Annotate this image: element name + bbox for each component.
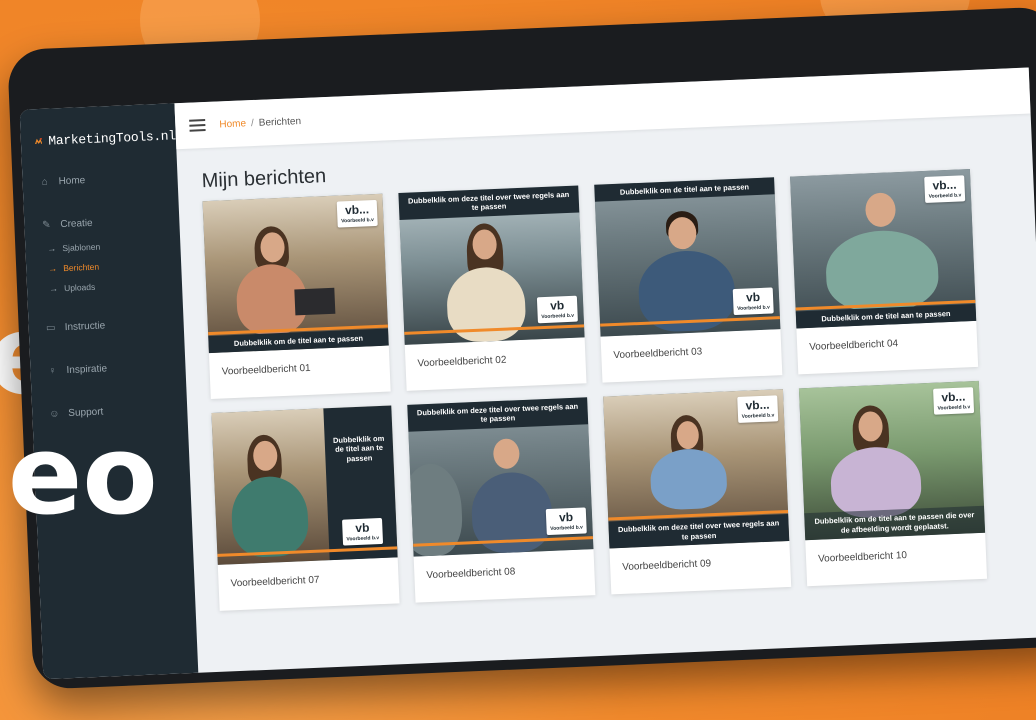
arrow-right-icon: → xyxy=(48,283,59,294)
badge-logo-text: vb... xyxy=(941,389,966,405)
badge-logo-text: vb xyxy=(745,289,761,305)
hamburger-menu-icon[interactable] xyxy=(189,119,206,132)
company-badge: vb Voorbeeld b.v xyxy=(545,507,587,536)
breadcrumb-current: Berichten xyxy=(258,115,302,129)
breadcrumb-separator: / xyxy=(250,117,255,129)
marketingtools-logo-icon xyxy=(35,137,43,145)
message-card[interactable]: vb... Voorbeeld b.v Dubbelklik om de tit… xyxy=(202,193,391,400)
badge-logo-text: vb xyxy=(558,509,574,525)
sidebar-subitem-label: Sjablonen xyxy=(62,241,101,254)
app-screen: MarketingTools.nl ⌂ Home ✎ Creatie → Sja… xyxy=(19,67,1036,680)
badge-company-name: Voorbeeld b.v xyxy=(928,192,962,200)
card-title[interactable]: Voorbeeldbericht 03 xyxy=(601,329,782,376)
arrow-right-icon: → xyxy=(47,243,57,254)
company-badge: vb Voorbeeld b.v xyxy=(342,517,384,546)
badge-company-name: Voorbeeld b.v xyxy=(550,524,584,532)
sidebar-item-label: Inspiratie xyxy=(66,363,108,377)
card-title[interactable]: Voorbeeldbericht 04 xyxy=(796,321,977,368)
message-thumbnail[interactable]: Dubbelklik om de titel aan te passen vb … xyxy=(594,177,781,337)
sidebar-item-label: Home xyxy=(58,175,86,188)
sidebar: MarketingTools.nl ⌂ Home ✎ Creatie → Sja… xyxy=(19,103,199,680)
message-thumbnail[interactable]: Dubbelklik om de titel aan te passen vb … xyxy=(211,405,398,565)
message-card[interactable]: vb... Voorbeeld b.v Dubbelklik om deze t… xyxy=(603,389,792,595)
sidebar-item-label: Instructie xyxy=(64,320,106,334)
company-badge: vb Voorbeeld b.v xyxy=(536,295,578,324)
sidebar-subitem-label: Berichten xyxy=(63,261,100,274)
card-title[interactable]: Voorbeeldbericht 07 xyxy=(218,557,399,604)
lightbulb-icon: ♀ xyxy=(48,365,57,377)
badge-logo-text: vb xyxy=(549,298,565,313)
company-badge: vb... Voorbeeld b.v xyxy=(933,387,975,415)
company-badge: vb... Voorbeeld b.v xyxy=(336,199,378,228)
message-thumbnail[interactable]: vb... Voorbeeld b.v Dubbelklik om de tit… xyxy=(790,169,977,329)
badge-company-name: Voorbeeld b.v xyxy=(937,404,971,412)
tablet-frame: MarketingTools.nl ⌂ Home ✎ Creatie → Sja… xyxy=(7,6,1036,690)
monitor-icon: ▭ xyxy=(45,322,56,334)
company-badge: vb... Voorbeeld b.v xyxy=(924,175,966,203)
card-title[interactable]: Voorbeeldbericht 02 xyxy=(405,337,586,384)
logo-text: MarketingTools.nl xyxy=(48,127,177,149)
badge-logo-text: vb... xyxy=(344,202,370,218)
message-thumbnail[interactable]: vb... Voorbeeld b.v Dubbelklik om de tit… xyxy=(202,193,389,354)
message-card[interactable]: vb... Voorbeeld b.v Dubbelklik om de tit… xyxy=(790,169,979,375)
sidebar-nav: ⌂ Home ✎ Creatie → Sjablonen → Berichten xyxy=(22,163,188,428)
message-card[interactable]: vb... Voorbeeld b.v Dubbelklik om de tit… xyxy=(798,380,988,587)
message-card[interactable]: Dubbelklik om de titel aan te passen vb … xyxy=(211,405,400,611)
logo[interactable]: MarketingTools.nl xyxy=(20,103,177,151)
main-content: Home / Berichten Mijn berichten vb... Vo… xyxy=(174,67,1036,672)
badge-company-name: Voorbeeld b.v xyxy=(341,217,374,225)
home-icon: ⌂ xyxy=(41,176,48,188)
badge-company-name: Voorbeeld b.v xyxy=(741,412,775,420)
breadcrumb-home[interactable]: Home xyxy=(219,118,246,130)
sidebar-item-label: Creatie xyxy=(60,217,93,231)
message-card[interactable]: Dubbelklik om deze titel over twee regel… xyxy=(407,397,596,603)
palette-icon: ✎ xyxy=(41,219,51,231)
message-grid: vb... Voorbeeld b.v Dubbelklik om de tit… xyxy=(179,166,1036,611)
card-title[interactable]: Voorbeeldbericht 09 xyxy=(609,541,790,588)
card-title[interactable]: Voorbeeldbericht 01 xyxy=(209,346,390,393)
message-card[interactable]: Dubbelklik om de titel aan te passen vb … xyxy=(594,177,783,383)
company-badge: vb... Voorbeeld b.v xyxy=(737,395,779,423)
message-thumbnail[interactable]: vb... Voorbeeld b.v Dubbelklik om deze t… xyxy=(603,389,790,549)
overlay-text-line-2: leo xyxy=(0,411,158,539)
badge-company-name: Voorbeeld b.v xyxy=(737,304,770,312)
badge-logo-text: vb... xyxy=(932,177,957,193)
badge-company-name: Voorbeeld b.v xyxy=(541,312,575,321)
message-card[interactable]: Dubbelklik om deze titel over twee regel… xyxy=(398,185,587,391)
arrow-right-icon: → xyxy=(48,263,58,274)
sidebar-subitem-label: Uploads xyxy=(63,281,96,294)
message-thumbnail[interactable]: vb... Voorbeeld b.v Dubbelklik om de tit… xyxy=(798,380,986,541)
card-title[interactable]: Voorbeeldbericht 10 xyxy=(805,533,986,580)
company-badge: vb Voorbeeld b.v xyxy=(732,287,774,316)
badge-company-name: Voorbeeld b.v xyxy=(346,535,380,543)
card-title[interactable]: Voorbeeldbericht 08 xyxy=(414,549,595,596)
badge-logo-text: vb xyxy=(355,520,370,536)
badge-logo-text: vb... xyxy=(745,397,770,413)
message-thumbnail[interactable]: Dubbelklik om deze titel over twee regel… xyxy=(407,397,594,557)
message-thumbnail[interactable]: Dubbelklik om deze titel over twee regel… xyxy=(398,185,585,345)
